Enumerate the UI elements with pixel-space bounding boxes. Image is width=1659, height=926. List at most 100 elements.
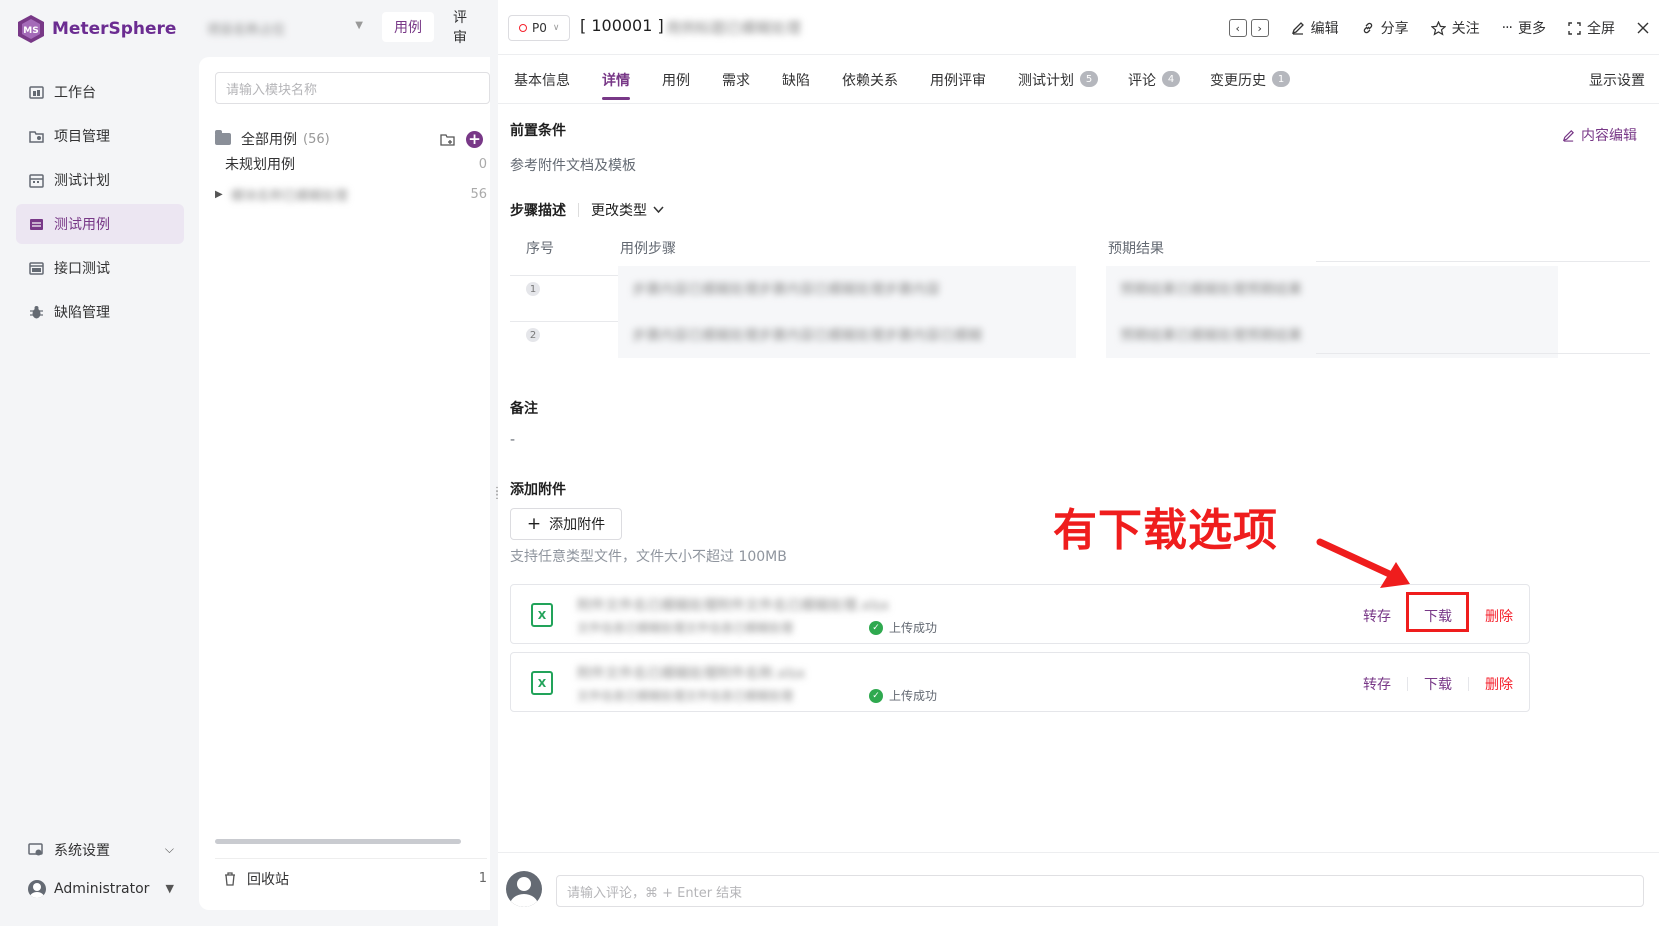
expected-result-cell[interactable]: 预期结果已模糊处理预期结果 (1106, 266, 1558, 312)
change-type-label: 更改类型 (591, 203, 647, 219)
expected-result: 预期结果已模糊处理预期结果 (1120, 328, 1302, 344)
tab-review[interactable]: 评审 (441, 10, 490, 46)
tab-label: 详情 (602, 73, 630, 89)
tree-toolbar: 项目名称占位 ▼ 用例 评审 (197, 0, 490, 55)
file-meta: 文件信息已模糊处理文件信息已模糊处理 (577, 621, 794, 635)
attachment-hint: 支持任意类型文件，文件大小不超过 100MB (510, 549, 787, 565)
module-search-input[interactable]: 请输入模块名称 (215, 72, 490, 104)
file-name: 附件文件名已模糊处理附件名称.xlsx (577, 666, 806, 682)
nav-item-test-case[interactable]: 测试用例 (16, 204, 184, 244)
user-menu[interactable]: Administrator ▼ (16, 871, 184, 907)
tab-requirements[interactable]: 需求 (722, 70, 750, 100)
add-attachment-button[interactable]: + 添加附件 (510, 508, 622, 540)
nav-item-test-plan[interactable]: 测试计划 (16, 160, 184, 200)
next-case-icon[interactable]: › (1250, 19, 1269, 37)
folder-icon (215, 130, 231, 145)
attachment-title: 添加附件 (510, 482, 566, 498)
horizontal-scrollbar[interactable] (215, 839, 461, 844)
case-title: 用例标题已模糊处理 (666, 19, 802, 37)
more-button[interactable]: ··· 更多 (1502, 18, 1546, 38)
step-content: 步骤内容已模糊处理步骤内容已模糊处理步骤内容 (632, 282, 940, 298)
tab-dependencies[interactable]: 依赖关系 (842, 70, 898, 100)
project-select[interactable]: 项目名称占位 ▼ (207, 16, 365, 40)
steps-header: 步骤描述 更改类型 (510, 200, 664, 220)
chevron-down-icon: ⌵ (164, 842, 174, 856)
tab-cases[interactable]: 用例 (662, 70, 690, 100)
fullscreen-button[interactable]: 全屏 (1568, 18, 1615, 38)
tab-bugs[interactable]: 缺陷 (782, 70, 810, 100)
tree-node-module[interactable]: ▶ 模块名称已模糊处理 56 (215, 180, 487, 208)
change-type-dropdown[interactable]: 更改类型 (591, 200, 664, 220)
user-avatar-icon (28, 880, 46, 898)
nav-item-label: 接口测试 (54, 261, 110, 277)
tab-case-review[interactable]: 用例评审 (930, 70, 986, 100)
delete-button[interactable]: 删除 (1485, 606, 1513, 626)
calendar-icon (28, 172, 44, 188)
tab-basic-info[interactable]: 基本信息 (514, 70, 570, 100)
check-circle-icon: ✓ (869, 620, 883, 635)
delete-button[interactable]: 删除 (1485, 674, 1513, 694)
chevron-down-icon: ▼ (355, 20, 363, 31)
share-button[interactable]: 分享 (1361, 18, 1409, 38)
tab-test-plan[interactable]: 测试计划 5 (1018, 70, 1098, 100)
module-count: 56 (470, 186, 487, 202)
transfer-button[interactable]: 转存 (1363, 606, 1391, 626)
file-name: 附件文件名已模糊处理附件文件名已模糊处理.xlsx (577, 598, 890, 614)
bug-icon (28, 304, 44, 320)
search-placeholder: 请输入模块名称 (226, 82, 318, 98)
comment-input[interactable]: 请输入评论，⌘ + Enter 结束 (556, 875, 1644, 907)
tab-comments[interactable]: 评论 4 (1128, 70, 1180, 100)
prev-case-icon[interactable]: ‹ (1228, 19, 1247, 37)
priority-select[interactable]: P0 ∨ (508, 15, 571, 41)
content-edit-button[interactable]: 内容编辑 (1562, 125, 1637, 145)
tree-node-all-cases[interactable]: 全部用例 (56) + (215, 125, 487, 153)
content-edit-label: 内容编辑 (1581, 128, 1637, 144)
add-folder-icon[interactable] (440, 132, 456, 148)
panel-splitter[interactable]: ⋮ ⋮ (490, 0, 502, 926)
step-content-cell[interactable]: 步骤内容已模糊处理步骤内容已模糊处理步骤内容已模糊 (618, 312, 1076, 358)
divider (1468, 677, 1469, 691)
header-actions: ‹ › 编辑 分享 关注 ··· 更多 全屏 (1228, 15, 1649, 41)
expected-result-cell[interactable]: 预期结果已模糊处理预期结果 (1106, 312, 1558, 358)
excel-file-icon: X (531, 603, 553, 627)
recycle-bin[interactable]: 回收站 1 (215, 858, 487, 898)
tree-node-unplanned[interactable]: 未规划用例 0 (215, 150, 487, 178)
annotation-text: 有下载选项 (1053, 505, 1278, 556)
tab-change-history[interactable]: 变更历史 1 (1210, 70, 1290, 100)
close-icon (1637, 22, 1649, 34)
follow-button[interactable]: 关注 (1430, 18, 1480, 38)
caret-right-icon[interactable]: ▶ (215, 189, 223, 200)
nav-item-bug-management[interactable]: 缺陷管理 (16, 292, 184, 332)
tab-label: 需求 (722, 73, 750, 89)
steps-title: 步骤描述 (510, 203, 566, 219)
nav-item-api-test[interactable]: 接口测试 (16, 248, 184, 288)
settings-icon (28, 842, 44, 858)
system-settings-label: 系统设置 (54, 843, 110, 859)
nav-item-project-management[interactable]: 项目管理 (16, 116, 184, 156)
nav-item-label: 工作台 (54, 85, 96, 101)
nav-item-label: 缺陷管理 (54, 305, 110, 321)
step-row: 1 步骤内容已模糊处理步骤内容已模糊处理步骤内容 预期结果已模糊处理预期结果 (510, 266, 1650, 312)
tab-label: 用例评审 (930, 73, 986, 89)
recycle-label: 回收站 (247, 871, 289, 888)
transfer-button[interactable]: 转存 (1363, 674, 1391, 694)
display-settings-button[interactable]: 显示设置 (1589, 70, 1645, 90)
tab-cases[interactable]: 用例 (382, 12, 434, 42)
edit-button[interactable]: 编辑 (1291, 18, 1339, 38)
edit-label: 编辑 (1310, 21, 1339, 37)
tab-detail[interactable]: 详情 (602, 70, 630, 100)
api-icon (28, 260, 44, 276)
recycle-count: 1 (478, 871, 487, 886)
download-button[interactable]: 下载 (1424, 674, 1452, 694)
step-content-cell[interactable]: 步骤内容已模糊处理步骤内容已模糊处理步骤内容 (618, 266, 1076, 312)
count-badge: 1 (1272, 71, 1290, 87)
add-module-icon[interactable]: + (466, 131, 483, 148)
tab-label: 用例 (394, 20, 422, 36)
brand[interactable]: MS MeterSphere (16, 12, 176, 46)
nav-item-system-settings[interactable]: 系统设置 ⌵ (16, 832, 184, 868)
tab-label: 用例 (662, 73, 690, 89)
follow-label: 关注 (1451, 21, 1480, 37)
close-button[interactable] (1637, 22, 1649, 34)
nav-item-workbench[interactable]: 工作台 (16, 72, 184, 112)
folder-gear-icon (28, 128, 44, 144)
